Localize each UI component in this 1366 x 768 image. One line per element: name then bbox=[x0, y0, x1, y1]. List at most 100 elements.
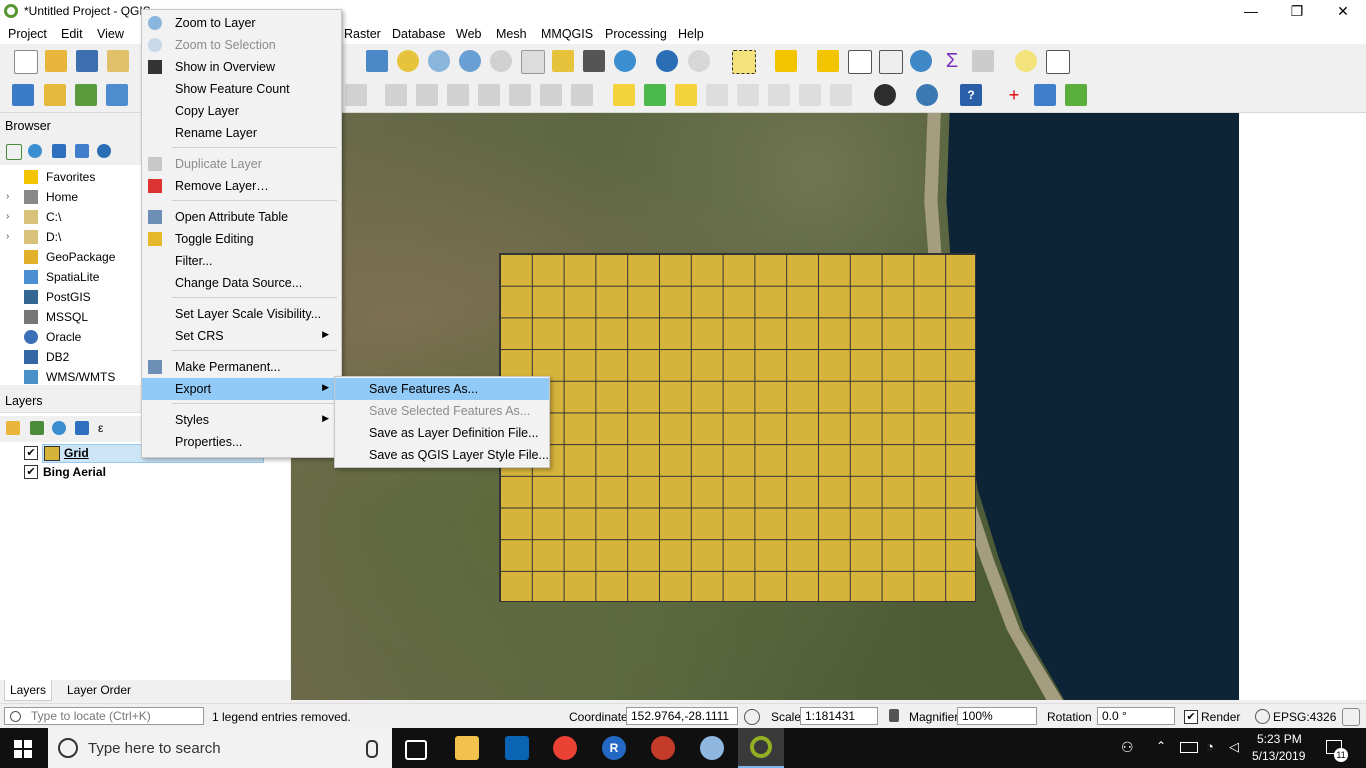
volume-icon[interactable]: ◁ bbox=[1229, 739, 1239, 755]
zoom-last-icon[interactable] bbox=[459, 50, 481, 72]
layer-visibility-checkbox[interactable]: ✔ bbox=[24, 446, 38, 460]
tray-chevron-icon[interactable]: ⌃ bbox=[1156, 739, 1166, 753]
rotation-spinbox[interactable]: 0.0 ° bbox=[1097, 707, 1175, 725]
tab-layers[interactable]: Layers bbox=[4, 680, 53, 701]
render-checkbox[interactable]: ✔ bbox=[1184, 710, 1198, 724]
select-features-icon[interactable] bbox=[732, 50, 756, 74]
export-menu-item-save-as-layer-definition-file[interactable]: Save as Layer Definition File... bbox=[335, 422, 549, 444]
crs-button[interactable]: EPSG:4326 bbox=[1273, 710, 1336, 724]
file-explorer-icon[interactable] bbox=[455, 736, 479, 760]
style-icon[interactable] bbox=[6, 421, 20, 435]
zoom-layer-icon[interactable] bbox=[397, 50, 419, 72]
zoom-full-icon[interactable] bbox=[366, 50, 388, 72]
measure-icon[interactable] bbox=[972, 50, 994, 72]
save-project-icon[interactable] bbox=[76, 50, 98, 72]
text-annotation-icon[interactable] bbox=[1046, 50, 1070, 74]
context-menu-item-show-in-overview[interactable]: Show in Overview bbox=[142, 56, 341, 78]
windows-start-icon[interactable] bbox=[14, 740, 32, 758]
taskbar-search[interactable]: Type here to search bbox=[48, 728, 392, 768]
refresh-icon[interactable] bbox=[28, 144, 42, 158]
menu-processing[interactable]: Processing bbox=[605, 27, 667, 41]
chrome-icon[interactable] bbox=[553, 736, 577, 760]
battery-icon[interactable] bbox=[1180, 742, 1198, 753]
zoom-selection-icon[interactable] bbox=[428, 50, 450, 72]
data-source-manager-icon[interactable] bbox=[12, 84, 34, 106]
temporal-icon[interactable] bbox=[583, 50, 605, 72]
toolbox-icon[interactable] bbox=[910, 50, 932, 72]
menu-mmqgis[interactable]: MMQGIS bbox=[541, 27, 593, 41]
select-by-value-icon[interactable] bbox=[775, 50, 797, 72]
restore-button[interactable]: ❐ bbox=[1274, 0, 1320, 24]
context-menu-item-properties[interactable]: Properties... bbox=[142, 431, 341, 453]
layout-icon[interactable] bbox=[107, 50, 129, 72]
microphone-icon[interactable] bbox=[366, 740, 378, 758]
deselect-icon[interactable] bbox=[817, 50, 839, 72]
menu-view[interactable]: View bbox=[97, 27, 124, 41]
python-icon[interactable] bbox=[916, 84, 938, 106]
statistics-sigma-icon[interactable]: Σ bbox=[941, 50, 963, 72]
add-group-icon[interactable] bbox=[30, 421, 44, 435]
refresh-icon[interactable] bbox=[614, 50, 636, 72]
minimize-button[interactable]: — bbox=[1228, 0, 1274, 24]
context-menu-item-export[interactable]: Export ▶ bbox=[142, 378, 341, 400]
crosshair-icon[interactable]: + bbox=[1003, 84, 1025, 106]
export-menu-item-save-features-as[interactable]: Save Features As... bbox=[335, 378, 549, 400]
context-menu-item-remove-layer[interactable]: Remove Layer… bbox=[142, 175, 341, 197]
menu-mesh[interactable]: Mesh bbox=[496, 27, 527, 41]
context-menu-item-set-layer-scale-visibility[interactable]: Set Layer Scale Visibility... bbox=[142, 303, 341, 325]
context-menu-item-change-data-source[interactable]: Change Data Source... bbox=[142, 272, 341, 294]
new-bookmark-icon[interactable] bbox=[521, 50, 545, 74]
add-selected-icon[interactable] bbox=[6, 144, 22, 160]
expand-arrow-icon[interactable]: › bbox=[6, 191, 9, 202]
new-project-icon[interactable] bbox=[14, 50, 38, 74]
georeferencer-icon[interactable] bbox=[1034, 84, 1056, 106]
tab-layer-order[interactable]: Layer Order bbox=[62, 680, 136, 700]
context-menu-item-toggle-editing[interactable]: Toggle Editing bbox=[142, 228, 341, 250]
lock-icon[interactable] bbox=[889, 709, 899, 722]
layer-row-bing-aerial[interactable]: ✔ Bing Aerial bbox=[0, 463, 290, 481]
add-vector-icon[interactable] bbox=[75, 84, 97, 106]
map-tips-icon[interactable] bbox=[1015, 50, 1037, 72]
expression-filter-icon[interactable]: ε bbox=[98, 421, 112, 435]
help-icon[interactable]: ? bbox=[960, 84, 982, 106]
show-bookmarks-icon[interactable] bbox=[552, 50, 574, 72]
task-view-icon[interactable] bbox=[405, 740, 427, 760]
spider-app-icon[interactable] bbox=[651, 736, 675, 760]
collapse-all-icon[interactable] bbox=[75, 144, 89, 158]
context-menu-item-open-attribute-table[interactable]: Open Attribute Table bbox=[142, 206, 341, 228]
context-menu-item-zoom-to-layer[interactable]: Zoom to Layer bbox=[142, 12, 341, 34]
attribute-table-icon[interactable] bbox=[848, 50, 872, 74]
extents-toggle-icon[interactable] bbox=[744, 709, 760, 725]
wifi-icon[interactable]: ◔ bbox=[1206, 739, 1214, 754]
menu-help[interactable]: Help bbox=[678, 27, 704, 41]
info-icon[interactable] bbox=[97, 144, 111, 158]
visibility-eye-icon[interactable] bbox=[52, 421, 66, 435]
clock-time[interactable]: 5:23 PM bbox=[1257, 732, 1302, 746]
context-menu-item-rename-layer[interactable]: Rename Layer bbox=[142, 122, 341, 144]
context-menu-item-make-permanent[interactable]: Make Permanent... bbox=[142, 356, 341, 378]
context-menu-item-copy-layer[interactable]: Copy Layer bbox=[142, 100, 341, 122]
expand-arrow-icon[interactable]: › bbox=[6, 231, 9, 242]
context-menu-item-styles[interactable]: Styles ▶ bbox=[142, 409, 341, 431]
filter-legend-icon[interactable] bbox=[75, 421, 89, 435]
close-button[interactable]: ✕ bbox=[1320, 0, 1366, 24]
outlook-icon[interactable] bbox=[505, 736, 529, 760]
menu-database[interactable]: Database bbox=[392, 27, 446, 41]
digitize-icon[interactable] bbox=[106, 84, 128, 106]
people-icon[interactable]: ⚇ bbox=[1121, 739, 1134, 756]
plugin-reload-icon[interactable] bbox=[1065, 84, 1087, 106]
filter-icon[interactable] bbox=[52, 144, 66, 158]
clock-date[interactable]: 5/13/2019 bbox=[1252, 749, 1305, 763]
menu-project[interactable]: Project bbox=[8, 27, 47, 41]
context-menu-item-filter[interactable]: Filter... bbox=[142, 250, 341, 272]
qgis-taskbar-button[interactable] bbox=[738, 728, 784, 768]
menu-raster[interactable]: Raster bbox=[344, 27, 381, 41]
export-menu-item-save-as-qgis-layer-style-file[interactable]: Save as QGIS Layer Style File... bbox=[335, 444, 549, 466]
menu-web[interactable]: Web bbox=[456, 27, 481, 41]
paint-icon[interactable] bbox=[700, 736, 724, 760]
magnifier-spinbox[interactable]: 100% bbox=[957, 707, 1037, 725]
scale-combobox[interactable]: 1:181431 bbox=[800, 707, 878, 725]
context-menu-item-set-crs[interactable]: Set CRS ▶ bbox=[142, 325, 341, 347]
layer-visibility-checkbox[interactable]: ✔ bbox=[24, 465, 38, 479]
coordinate-field[interactable]: 152.9764,-28.1111 bbox=[626, 707, 738, 725]
